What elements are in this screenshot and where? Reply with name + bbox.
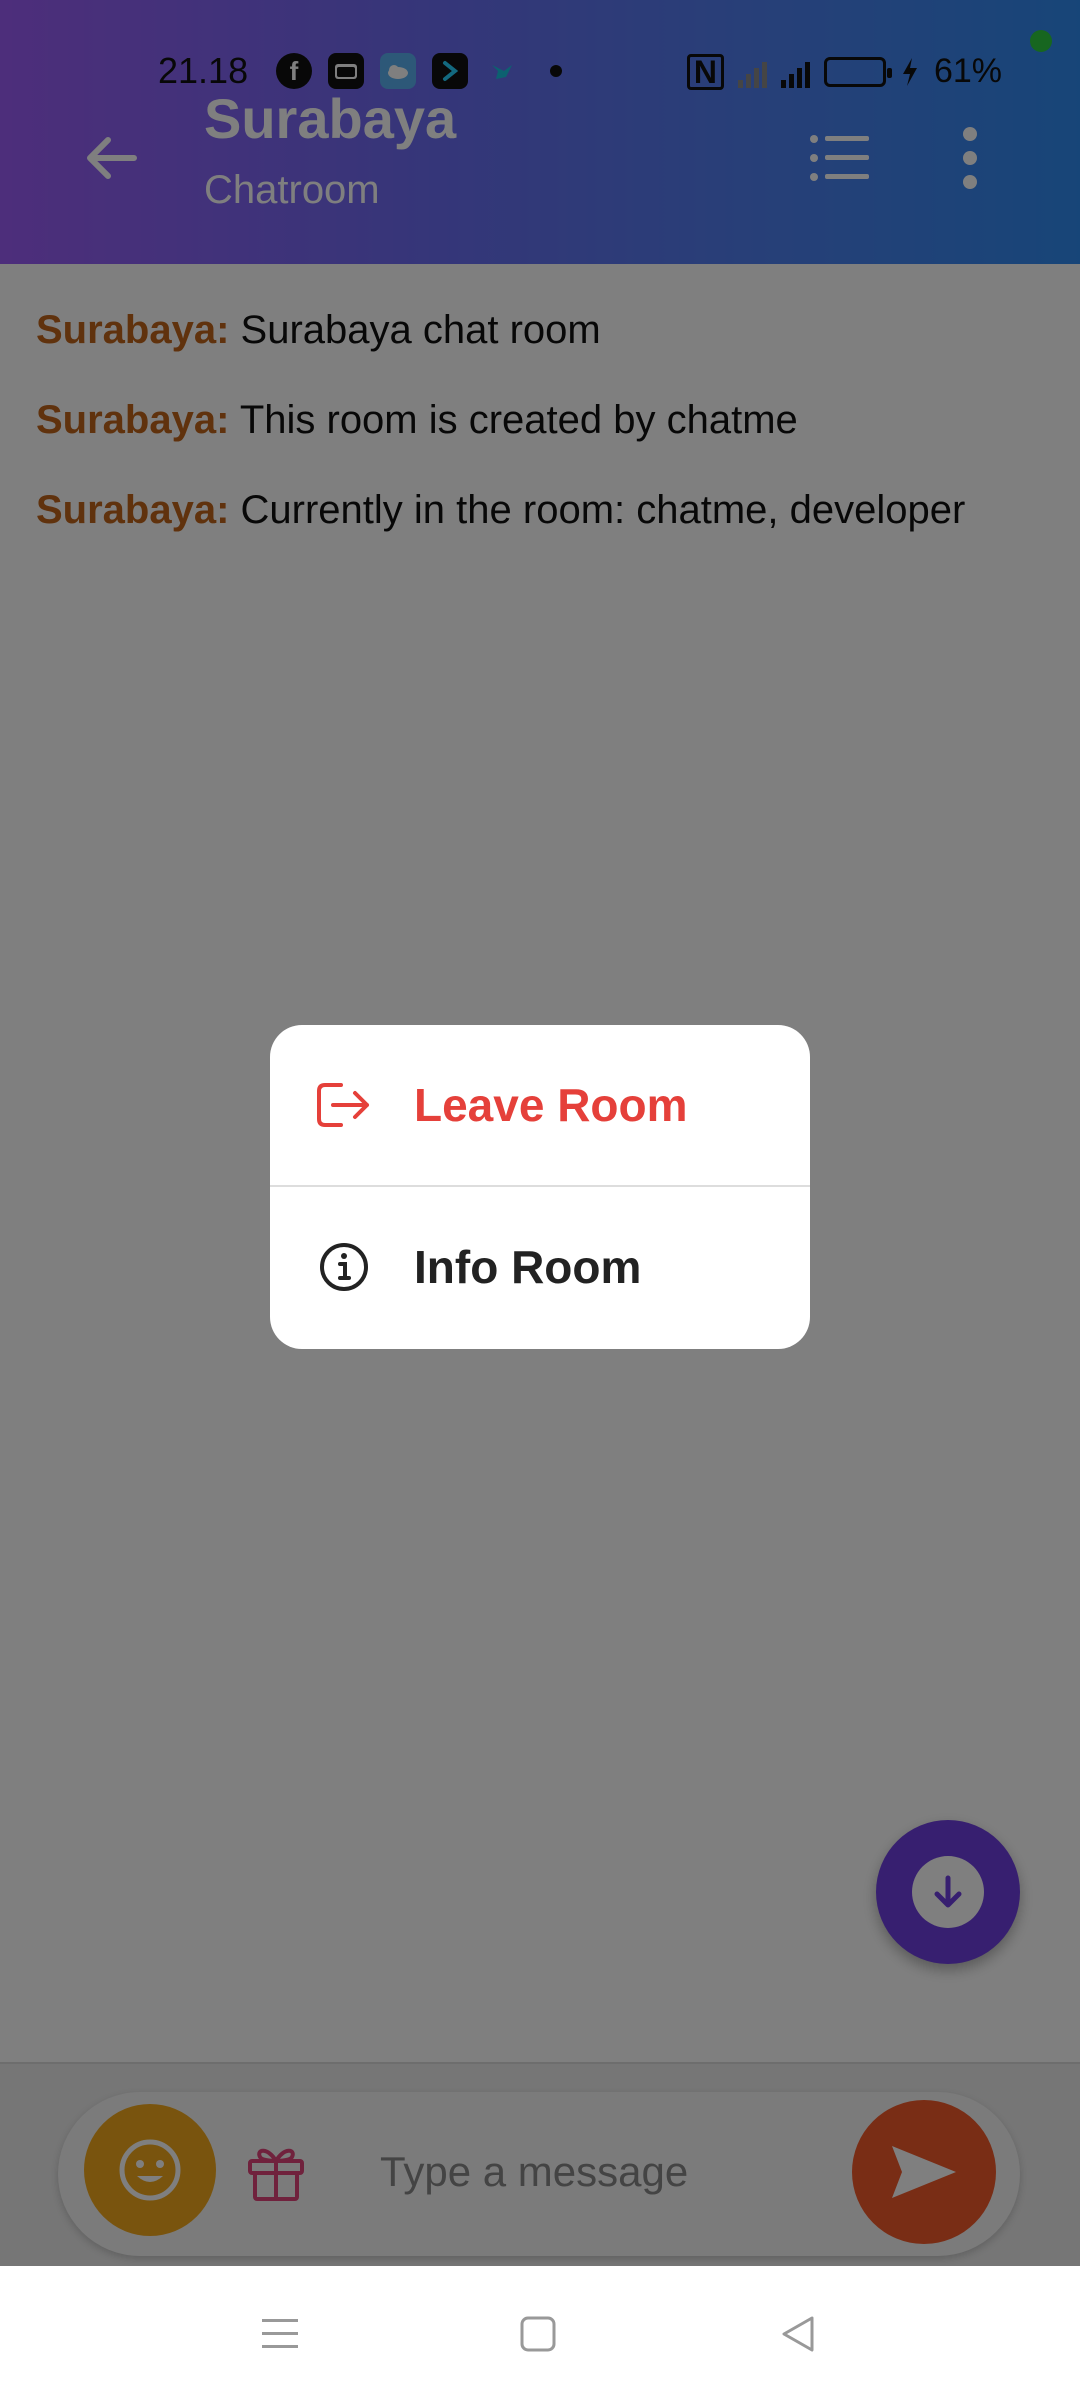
leave-room-label: Leave Room	[414, 1079, 688, 1131]
square-icon	[520, 2316, 556, 2352]
room-options-menu: Leave Room Info Room	[270, 1025, 810, 1349]
info-icon	[314, 1237, 374, 1297]
info-room-item[interactable]: Info Room	[270, 1187, 810, 1347]
system-navigation-bar	[0, 2266, 1080, 2400]
info-room-label: Info Room	[414, 1241, 642, 1293]
menu-lines-icon	[262, 2319, 298, 2348]
nav-home-button[interactable]	[506, 2302, 570, 2366]
nav-recents-button[interactable]	[248, 2302, 312, 2366]
logout-icon	[314, 1075, 374, 1135]
triangle-back-icon	[782, 2316, 814, 2352]
leave-room-item[interactable]: Leave Room	[270, 1025, 810, 1185]
nav-back-button[interactable]	[766, 2302, 830, 2366]
